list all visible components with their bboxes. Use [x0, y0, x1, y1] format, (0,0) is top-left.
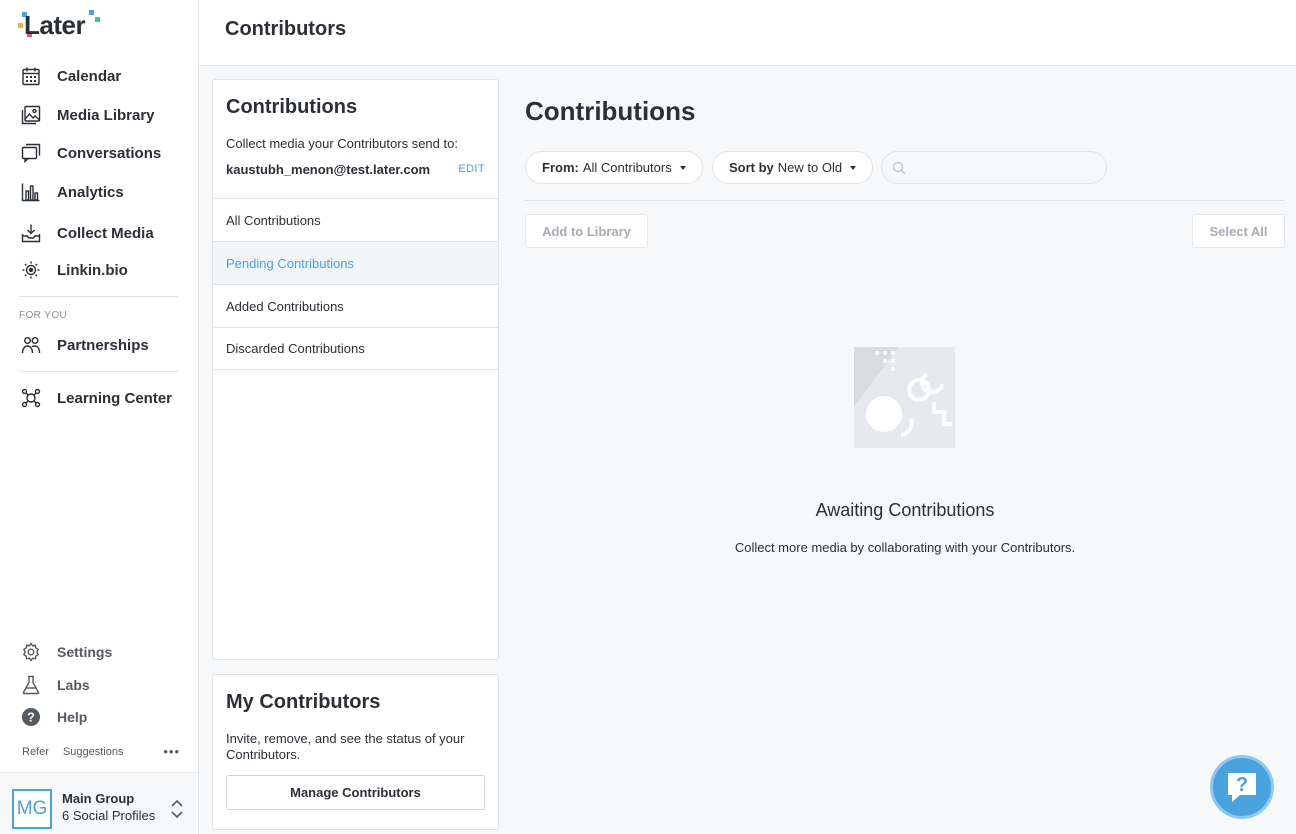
sort-label: Sort by	[729, 160, 774, 175]
collect-email: kaustubh_menon@test.later.com	[226, 162, 431, 177]
sidebar-item-labs[interactable]: Labs	[21, 675, 90, 695]
inbox-download-icon	[21, 224, 41, 243]
sidebar-item-media-library[interactable]: Media Library	[21, 103, 155, 127]
sidebar-item-linkin-bio[interactable]: Linkin.bio	[21, 258, 128, 282]
group-profiles-count: 6 Social Profiles	[62, 808, 156, 823]
sidebar-item-settings[interactable]: Settings	[21, 642, 112, 662]
from-filter-label: From:	[542, 160, 579, 175]
sidebar-item-label: Settings	[57, 644, 113, 660]
search-box	[881, 151, 1107, 184]
sidebar-item-label: Labs	[57, 677, 90, 693]
refer-row: Refer Suggestions •••	[22, 744, 180, 759]
image-icon	[21, 105, 41, 125]
question-icon: ?	[22, 708, 40, 726]
svg-text:?: ?	[1236, 774, 1248, 796]
from-filter-value: All Contributors	[582, 160, 672, 175]
list-item-added-contributions[interactable]: Added Contributions	[213, 284, 498, 327]
collect-text: Collect media your Contributors send to:	[226, 136, 458, 151]
from-filter-dropdown[interactable]: From: All Contributors	[525, 151, 703, 184]
sidebar-item-label: Help	[57, 709, 88, 725]
people-icon	[21, 337, 41, 354]
top-bar: Contributors	[199, 0, 1296, 66]
sidebar-item-analytics[interactable]: Analytics	[21, 180, 124, 204]
sidebar: Later Calendar Media Library Conversatio…	[0, 0, 199, 834]
sidebar-item-label: Learning Center	[57, 389, 173, 407]
learning-icon	[21, 388, 41, 408]
sidebar-item-label: Collect Media	[57, 224, 154, 242]
sidebar-item-collect-media[interactable]: Collect Media	[21, 221, 154, 245]
logo-text: Later	[24, 10, 86, 40]
later-logo[interactable]: Later	[18, 8, 108, 40]
chevron-up-down-icon[interactable]	[170, 797, 184, 821]
for-you-label: FOR YOU	[19, 310, 68, 321]
empty-state-title: Awaiting Contributions	[815, 500, 995, 520]
contributions-filter-list: All Contributions Pending Contributions …	[213, 198, 498, 370]
manage-contributors-button[interactable]: Manage Contributors	[226, 775, 485, 810]
search-input[interactable]	[912, 160, 1092, 175]
search-icon	[892, 161, 906, 174]
list-item-discarded-contributions[interactable]: Discarded Contributions	[213, 327, 498, 370]
main-area: Contributions Collect media your Contrib…	[199, 66, 1296, 834]
empty-state-description: Collect more media by collaborating with…	[734, 540, 1076, 555]
select-all-button[interactable]: Select All	[1192, 214, 1285, 248]
sidebar-item-label: Calendar	[57, 67, 122, 85]
logo-dot	[18, 23, 23, 28]
sidebar-item-partnerships[interactable]: Partnerships	[21, 333, 149, 357]
list-item-pending-contributions[interactable]: Pending Contributions	[213, 241, 498, 284]
my-contributors-description: Invite, remove, and see the status of yo…	[226, 731, 465, 762]
edit-email-link[interactable]: EDIT	[458, 163, 485, 175]
my-contributors-panel: My Contributors Invite, remove, and see …	[212, 674, 499, 830]
gear-icon	[22, 642, 40, 662]
caret-down-icon	[679, 165, 686, 170]
contributions-panel: Contributions Collect media your Contrib…	[212, 79, 499, 660]
sidebar-item-label: Analytics	[57, 183, 124, 201]
panel-title: Contributions	[226, 96, 358, 118]
bar-chart-icon	[21, 183, 40, 202]
sidebar-item-label: Linkin.bio	[57, 261, 128, 279]
sidebar-item-label: Media Library	[57, 106, 155, 124]
group-switcher[interactable]: MG Main Group 6 Social Profiles	[0, 772, 198, 834]
svg-text:?: ?	[27, 710, 35, 725]
caret-down-icon	[850, 165, 857, 170]
sidebar-item-learning-center[interactable]: Learning Center	[21, 386, 172, 410]
page-title: Contributors	[225, 18, 347, 40]
chat-icon	[21, 143, 41, 163]
sidebar-divider	[19, 296, 179, 297]
panel-title: My Contributors	[226, 691, 381, 713]
question-bubble-icon: ?	[1228, 773, 1256, 802]
group-name: Main Group	[62, 791, 135, 806]
flask-icon	[22, 675, 40, 695]
sort-value: New to Old	[777, 160, 843, 175]
group-avatar: MG	[12, 789, 52, 829]
content-divider	[525, 200, 1285, 201]
more-options-icon[interactable]: •••	[163, 744, 180, 759]
content-title: Contributions	[525, 96, 696, 126]
suggestions-link[interactable]: Suggestions	[63, 746, 124, 758]
add-to-library-button[interactable]: Add to Library	[525, 214, 648, 248]
sidebar-item-help[interactable]: ? Help	[21, 707, 87, 727]
sidebar-item-conversations[interactable]: Conversations	[21, 141, 161, 165]
sidebar-item-calendar[interactable]: Calendar	[21, 64, 121, 88]
list-item-all-contributions[interactable]: All Contributions	[213, 198, 498, 241]
refer-link[interactable]: Refer	[22, 746, 49, 758]
logo-dot	[89, 10, 94, 15]
empty-state-illustration	[854, 347, 955, 448]
calendar-icon	[22, 67, 40, 86]
logo-dot	[95, 17, 100, 22]
sort-dropdown[interactable]: Sort by New to Old	[712, 151, 874, 184]
linkin-bio-icon	[22, 261, 40, 279]
sidebar-item-label: Partnerships	[57, 336, 149, 354]
sidebar-divider	[19, 371, 179, 372]
help-chat-button[interactable]: ?	[1210, 755, 1274, 819]
sidebar-item-label: Conversations	[57, 144, 162, 162]
